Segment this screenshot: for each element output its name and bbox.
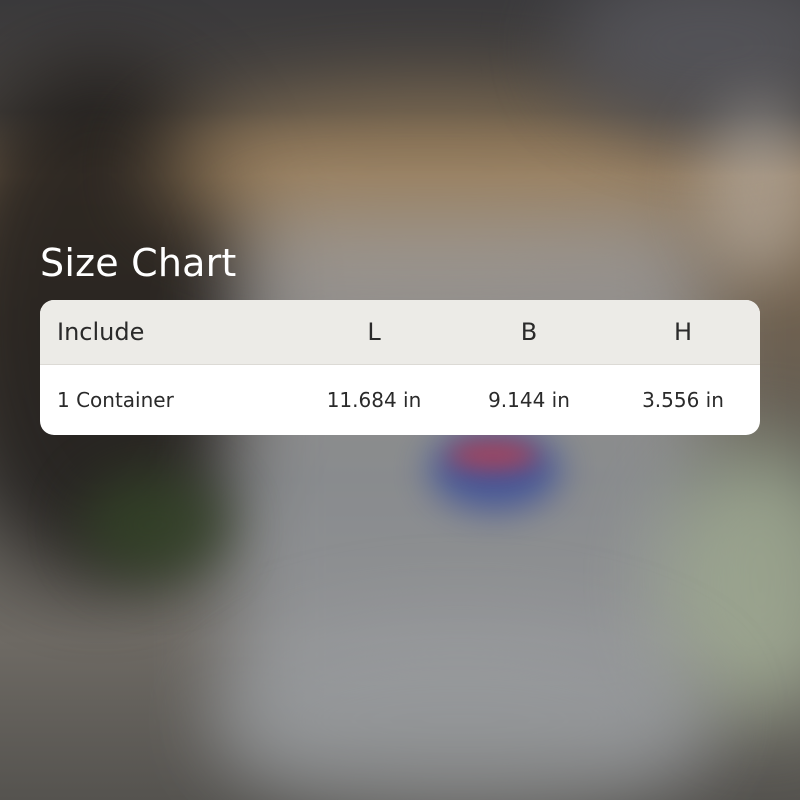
row-include: 1 Container	[57, 388, 174, 412]
header-height: H	[673, 318, 693, 346]
size-chart-table: Include L B H 1 Container 11.684 in 9.14…	[40, 300, 760, 435]
table-header-row: Include L B H	[40, 300, 760, 365]
header-include: Include	[57, 318, 145, 346]
row-breadth: 9.144 in	[488, 388, 570, 412]
header-length: L	[367, 318, 381, 346]
header-breadth: B	[520, 318, 538, 346]
page-title: Size Chart	[40, 241, 237, 285]
table-row: 1 Container 11.684 in 9.144 in 3.556 in	[40, 365, 760, 435]
row-length: 11.684 in	[326, 388, 422, 412]
row-height: 3.556 in	[642, 388, 724, 412]
